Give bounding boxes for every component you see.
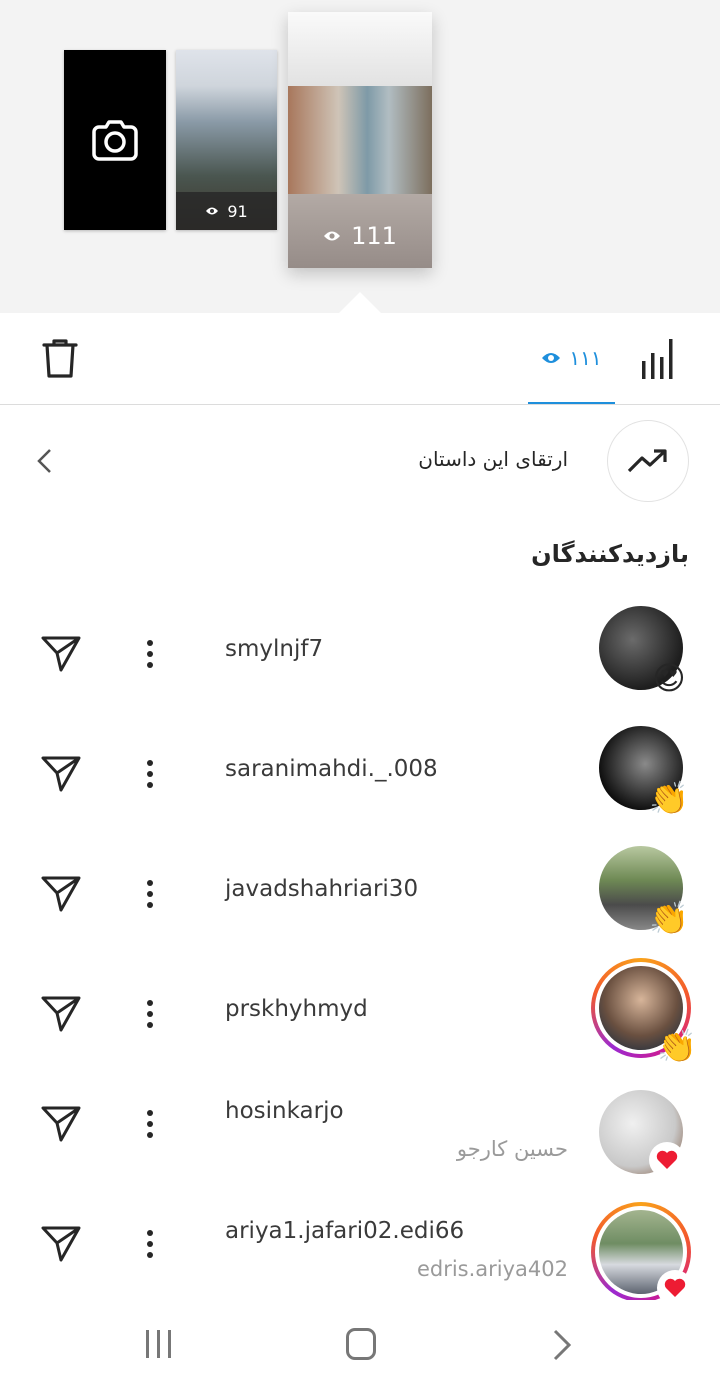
heart-reaction-icon [649, 1142, 685, 1178]
send-icon[interactable] [40, 1104, 82, 1144]
selection-pointer [338, 292, 382, 314]
story-views: 111 [288, 194, 432, 268]
story-image [288, 86, 432, 194]
avatar[interactable] [599, 1090, 685, 1178]
camera-card[interactable] [64, 50, 166, 230]
stories-strip: 91 111 [0, 0, 720, 314]
recent-apps-icon[interactable] [146, 1330, 176, 1360]
more-options-icon[interactable] [140, 634, 160, 674]
avatar-story-ring[interactable] [591, 1202, 693, 1306]
more-options-icon[interactable] [140, 1224, 160, 1264]
reaction-icon: 😍 [652, 659, 686, 697]
avatar[interactable]: 👏 [599, 726, 689, 817]
avatar[interactable]: 👏 [599, 846, 689, 937]
more-options-icon[interactable] [140, 874, 160, 914]
eye-icon [542, 352, 561, 363]
eye-icon [324, 231, 341, 241]
back-icon[interactable] [550, 1328, 574, 1362]
viewer-username: ariya1.jafari02.edi66 [225, 1218, 465, 1244]
send-icon[interactable] [40, 754, 82, 794]
send-icon[interactable] [40, 634, 82, 674]
viewer-fullname: حسین کارجو [456, 1137, 568, 1161]
viewer-fullname: edris.ariya402 [416, 1257, 568, 1281]
viewer-row[interactable]: hosinkarjo حسین کارجو [0, 1090, 720, 1224]
viewer-username: hosinkarjo [225, 1098, 344, 1124]
trash-icon[interactable] [38, 337, 82, 381]
more-options-icon[interactable] [140, 994, 160, 1034]
viewer-username: prskhyhmyd [225, 996, 368, 1022]
reaction-icon: 👏 [657, 1027, 697, 1065]
more-options-icon[interactable] [140, 1104, 160, 1144]
viewer-username: smylnjf7 [225, 636, 324, 662]
bar-chart-icon[interactable] [640, 337, 680, 381]
viewer-username: saranimahdi._.008 [225, 756, 438, 782]
avatar[interactable]: 😍 [599, 606, 686, 697]
home-icon[interactable] [346, 1328, 376, 1360]
system-nav-bar [0, 1300, 720, 1390]
viewers-title: بازدیدکنندگان [531, 540, 689, 568]
tab-viewers-count: ١١١ [569, 345, 602, 370]
reaction-icon: 👏 [649, 779, 689, 817]
story-view-count: 111 [351, 222, 397, 250]
eye-icon [206, 207, 219, 215]
avatar-story-ring[interactable]: 👏 [591, 958, 697, 1065]
promote-story-row[interactable]: ارتقای این داستان [0, 420, 720, 502]
promote-story-label: ارتقای این داستان [418, 447, 568, 471]
story-views: 91 [176, 192, 277, 230]
chevron-left-icon [37, 449, 51, 473]
send-icon[interactable] [40, 994, 82, 1034]
send-icon[interactable] [40, 874, 82, 914]
viewer-row[interactable]: prskhyhmyd 👏 [0, 958, 720, 1114]
reaction-icon: 👏 [649, 899, 689, 937]
story-toolbar: ١١١ [0, 313, 720, 405]
story-thumbnail[interactable]: 91 [176, 50, 277, 230]
tab-viewers[interactable]: ١١١ [528, 313, 615, 404]
viewer-username: javadshahriari30 [225, 876, 419, 902]
story-thumbnail-selected[interactable]: 111 [288, 12, 432, 268]
promote-circle [607, 420, 689, 502]
camera-icon [92, 120, 138, 161]
send-icon[interactable] [40, 1224, 82, 1264]
more-options-icon[interactable] [140, 754, 160, 794]
story-view-count: 91 [227, 201, 248, 221]
trending-up-icon [627, 449, 667, 473]
